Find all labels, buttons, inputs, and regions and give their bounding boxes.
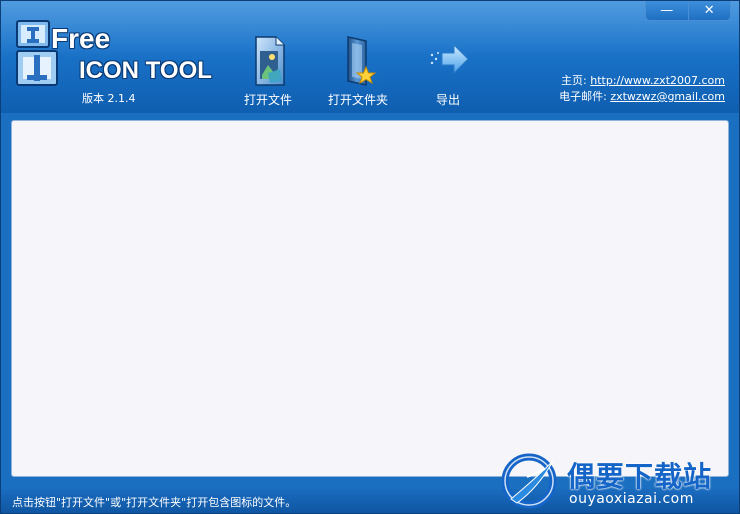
open-folder-label: 打开文件夹 [327,93,388,107]
open-file-label: 打开文件 [243,93,292,107]
logo-free-text: Free [51,23,111,54]
homepage-line: 主页: http://www.zxt2007.com [559,73,725,89]
icon-list-panel[interactable] [11,120,729,477]
version-label: 版本 2.1.4 [82,92,136,105]
email-link[interactable]: zxtwzwz@gmail.com [610,90,725,103]
status-text: 点击按钮"打开文件"或"打开文件夹"打开包含图标的文件。 [12,496,297,509]
watermark: 偶要下载站 ouyaoxiazai.com [497,451,737,511]
watermark-logo-icon [501,453,557,509]
watermark-subtitle: ouyaoxiazai.com [569,491,694,507]
email-label: 电子邮件: [559,90,607,103]
arrow-right-icon [430,43,469,75]
window-controls: — ✕ [645,1,731,21]
homepage-link[interactable]: http://www.zxt2007.com [590,74,725,87]
watermark-title: 偶要下载站 [567,460,713,493]
open-file-button[interactable]: 打开文件 [233,33,303,108]
contact-links: 主页: http://www.zxt2007.com 电子邮件: zxtwzwz… [559,73,725,105]
app-logo: Free ICON TOOL [13,19,223,89]
export-button[interactable]: 导出 [413,33,483,108]
logo-icon-tool-text: ICON TOOL [79,57,212,84]
document-image-icon [255,36,285,86]
app-window: — ✕ Free ICON TOOL 版本 2.1.4 打开文件 打开文件夹 导… [0,0,740,514]
homepage-label: 主页: [561,74,587,87]
export-label: 导出 [435,93,460,107]
close-button[interactable]: ✕ [687,1,731,20]
folder-star-icon [347,36,377,86]
minimize-button[interactable]: — [646,1,688,20]
email-line: 电子邮件: zxtwzwz@gmail.com [559,89,725,105]
open-folder-button[interactable]: 打开文件夹 [323,33,393,108]
